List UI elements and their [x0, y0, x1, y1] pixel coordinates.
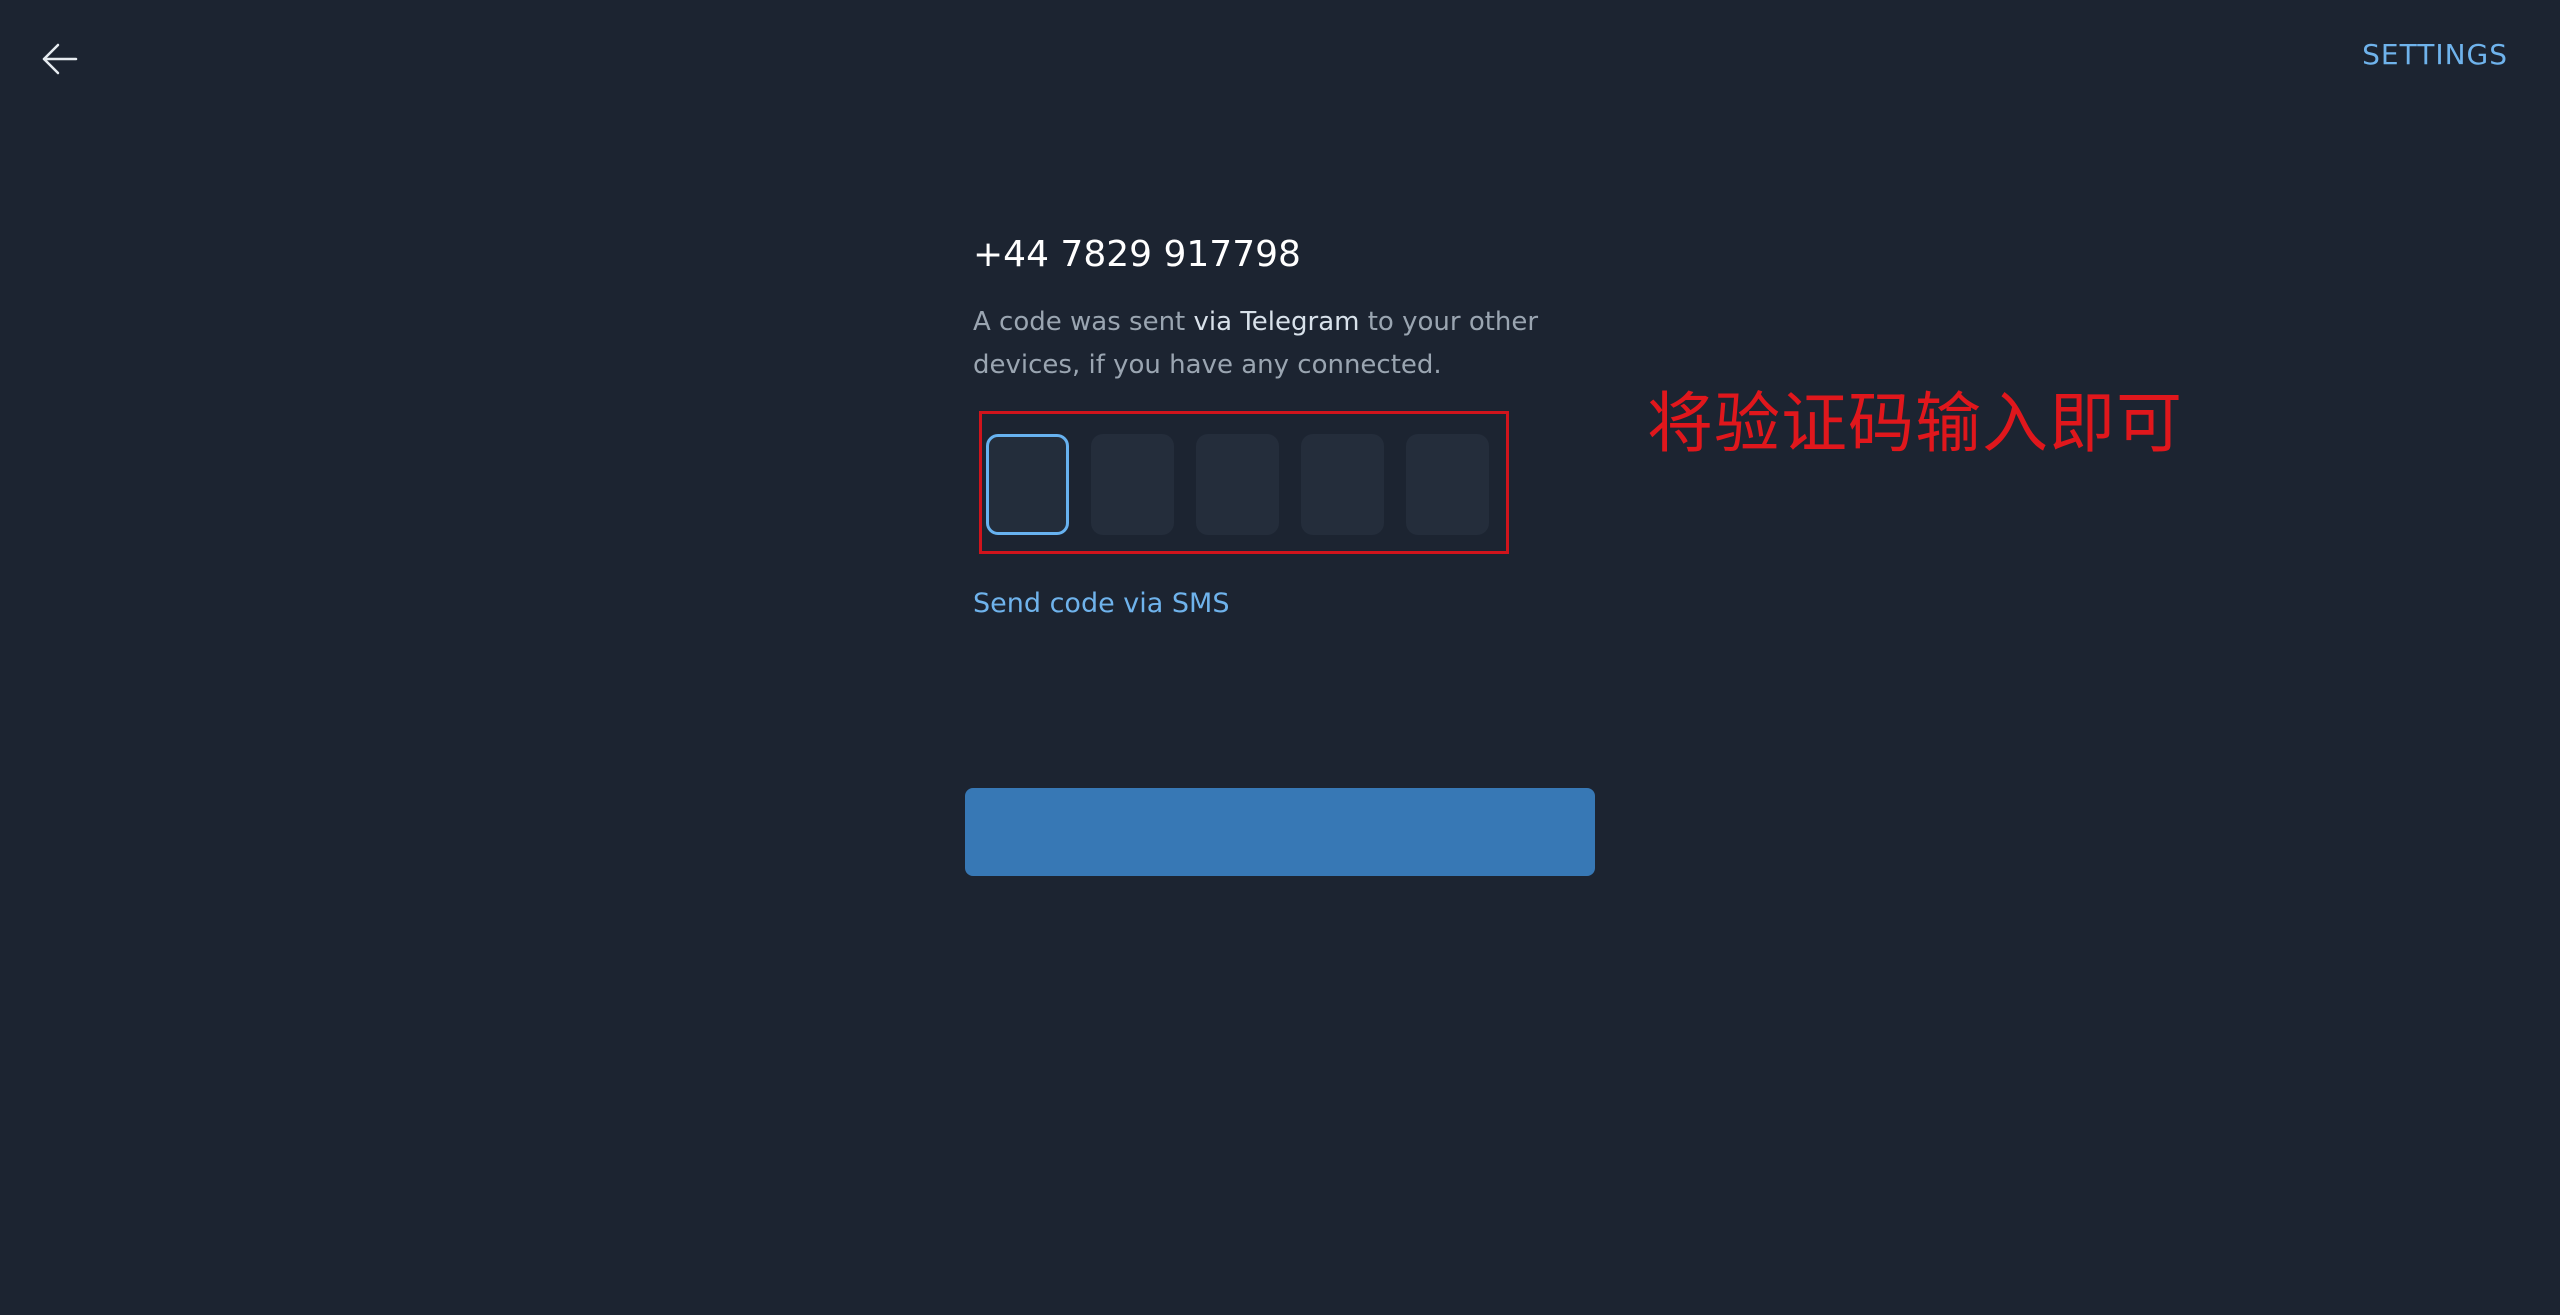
code-digit-input-4[interactable] [1301, 434, 1384, 535]
arrow-left-icon [42, 43, 78, 75]
telegram-login-screen: SETTINGS +44 7829 917798 A code was sent… [0, 0, 2560, 1315]
code-sent-description: A code was sent via Telegram to your oth… [973, 301, 1593, 387]
description-text-1: A code was sent [973, 307, 1194, 337]
annotation-text: 将验证码输入即可 [1647, 385, 2183, 462]
code-digit-input-1[interactable] [986, 434, 1069, 535]
code-digit-input-5[interactable] [1406, 434, 1489, 535]
send-code-via-sms-link[interactable]: Send code via SMS [973, 588, 1229, 619]
code-digit-input-3[interactable] [1196, 434, 1279, 535]
back-button[interactable] [38, 40, 80, 78]
phone-number: +44 7829 917798 [973, 234, 1301, 275]
next-button[interactable] [965, 788, 1595, 876]
settings-link[interactable]: SETTINGS [2362, 38, 2508, 71]
description-highlight: via Telegram [1193, 307, 1360, 337]
code-digit-input-2[interactable] [1091, 434, 1174, 535]
